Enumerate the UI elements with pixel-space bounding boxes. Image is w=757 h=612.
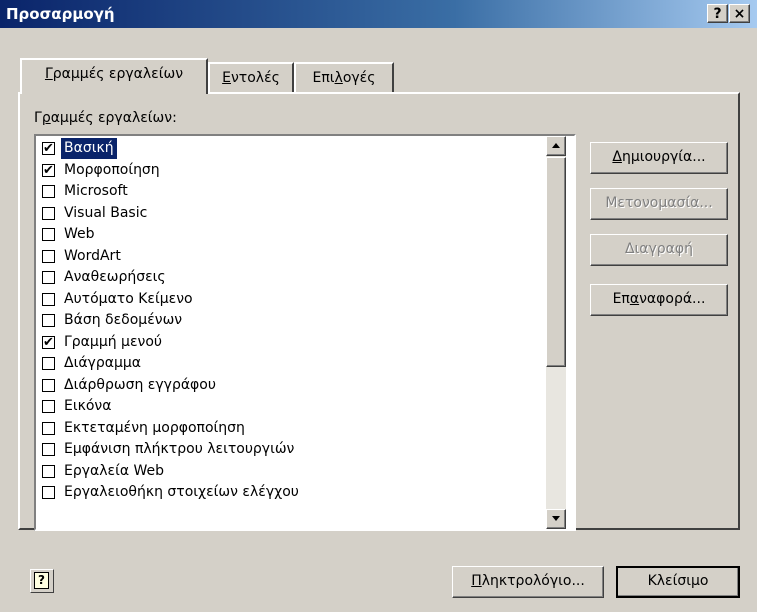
close-window-button[interactable]: × xyxy=(729,4,750,23)
close-icon: × xyxy=(733,6,746,22)
toolbar-checkbox[interactable] xyxy=(42,421,55,435)
toolbar-label: Μορφοποίηση xyxy=(64,161,160,178)
toolbar-checkbox[interactable] xyxy=(42,228,55,241)
list-item[interactable]: Εκτεταμένη μορφοποίηση xyxy=(38,418,544,440)
toolbar-label: Βάση δεδομένων xyxy=(64,312,183,328)
toolbar-checkbox[interactable] xyxy=(42,271,55,284)
help-question-icon: ? xyxy=(34,572,49,589)
delete-toolbar-button: Διαγραφή xyxy=(590,234,728,266)
toolbars-listbox[interactable]: ✔ Βασική ✔ Μορφοποίηση Microsoft Visual Basic… xyxy=(34,134,576,531)
list-item[interactable]: Visual Basic xyxy=(38,203,544,225)
toolbar-checkbox[interactable] xyxy=(42,378,55,392)
keyboard-button[interactable]: Πληκτρολόγιο... xyxy=(452,566,604,598)
list-item[interactable]: Web xyxy=(38,224,544,246)
toolbar-checkbox[interactable] xyxy=(42,249,55,263)
toolbar-label: WordArt xyxy=(64,247,121,264)
list-item[interactable]: Εργαλεία Web xyxy=(38,461,544,483)
title-bar: Προσαρμογή ? × xyxy=(0,0,757,28)
reset-toolbar-button[interactable]: Επαναφορά... xyxy=(590,284,728,316)
toolbar-checkbox[interactable] xyxy=(42,464,55,478)
toolbar-label: Web xyxy=(64,226,95,242)
help-button[interactable]: ? xyxy=(707,4,728,23)
close-button[interactable]: Κλείσιμο xyxy=(616,566,740,598)
list-item[interactable]: ✔ Γραμμή μενού xyxy=(38,332,544,354)
window-title: Προσαρμογή xyxy=(6,5,115,23)
new-toolbar-button[interactable]: Δημιουργία... xyxy=(590,142,728,174)
toolbar-label: Visual Basic xyxy=(64,204,148,221)
list-item[interactable]: Διάρθρωση εγγράφου xyxy=(38,375,544,397)
toolbar-checkbox[interactable] xyxy=(42,357,55,370)
toolbar-checkbox[interactable] xyxy=(42,443,55,456)
toolbar-label: Εργαλεία Web xyxy=(64,462,165,479)
toolbar-checkbox[interactable] xyxy=(42,400,55,413)
toolbars-list-label: Γραμμές εργαλείων: xyxy=(34,110,177,126)
toolbar-checkbox[interactable] xyxy=(42,185,55,198)
vertical-scrollbar[interactable] xyxy=(546,136,566,529)
toolbar-label: Γραμμή μενού xyxy=(64,333,163,350)
tab-options[interactable]: Επιλογές xyxy=(294,62,394,94)
list-item[interactable]: ✔ Βασική xyxy=(38,137,544,160)
tab-toolbars[interactable]: Γραμμές εργαλείων xyxy=(20,58,208,94)
toolbar-checkbox[interactable] xyxy=(42,314,55,327)
question-icon: ? xyxy=(713,6,722,22)
toolbar-checkbox[interactable] xyxy=(42,486,55,499)
toolbar-checkbox[interactable]: ✔ xyxy=(42,335,55,349)
toolbar-label: Αναθεωρήσεις xyxy=(64,269,166,285)
toolbar-checkbox[interactable] xyxy=(42,292,55,306)
toolbar-label: Διάγραμμα xyxy=(64,355,141,371)
list-item[interactable]: Βάση δεδομένων xyxy=(38,310,544,332)
toolbar-label: Εργαλειοθήκη στοιχείων ελέγχου xyxy=(64,484,299,500)
arrow-down-icon xyxy=(552,516,560,521)
list-item[interactable]: Microsoft xyxy=(38,181,544,203)
toolbar-label: Αυτόματο Κείμενο xyxy=(64,290,193,307)
scroll-down-button[interactable] xyxy=(546,509,566,529)
toolbar-label: Microsoft xyxy=(64,183,128,199)
toolbar-checkbox[interactable]: ✔ xyxy=(42,142,55,155)
list-item[interactable]: Αναθεωρήσεις xyxy=(38,267,544,289)
list-item[interactable]: Διάγραμμα xyxy=(38,353,544,375)
toolbar-label: Διάρθρωση εγγράφου xyxy=(64,376,216,393)
toolbar-checkbox[interactable] xyxy=(42,206,55,220)
list-item[interactable]: ✔ Μορφοποίηση xyxy=(38,160,544,182)
rename-toolbar-button: Μετονομασία... xyxy=(590,188,728,220)
list-item[interactable]: Εμφάνιση πλήκτρου λειτουργιών xyxy=(38,439,544,461)
scroll-up-button[interactable] xyxy=(546,136,566,156)
toolbar-label: Εκτεταμένη μορφοποίηση xyxy=(64,419,245,436)
toolbars-list: ✔ Βασική ✔ Μορφοποίηση Microsoft Visual Basic… xyxy=(38,137,544,504)
list-item[interactable]: Εργαλειοθήκη στοιχείων ελέγχου xyxy=(38,482,544,504)
list-item[interactable]: Εικόνα xyxy=(38,396,544,418)
scroll-thumb[interactable] xyxy=(546,157,566,367)
list-item[interactable]: Αυτόματο Κείμενο xyxy=(38,289,544,311)
toolbar-label: Εικόνα xyxy=(64,398,112,414)
toolbar-label: Βασική xyxy=(60,137,118,160)
arrow-up-icon xyxy=(552,143,560,148)
tab-commands[interactable]: Εντολές xyxy=(208,62,294,94)
toolbar-label: Εμφάνιση πλήκτρου λειτουργιών xyxy=(64,441,295,457)
list-item[interactable]: WordArt xyxy=(38,246,544,268)
toolbar-checkbox[interactable]: ✔ xyxy=(42,163,55,177)
assistant-help-button[interactable]: ? xyxy=(30,569,54,593)
